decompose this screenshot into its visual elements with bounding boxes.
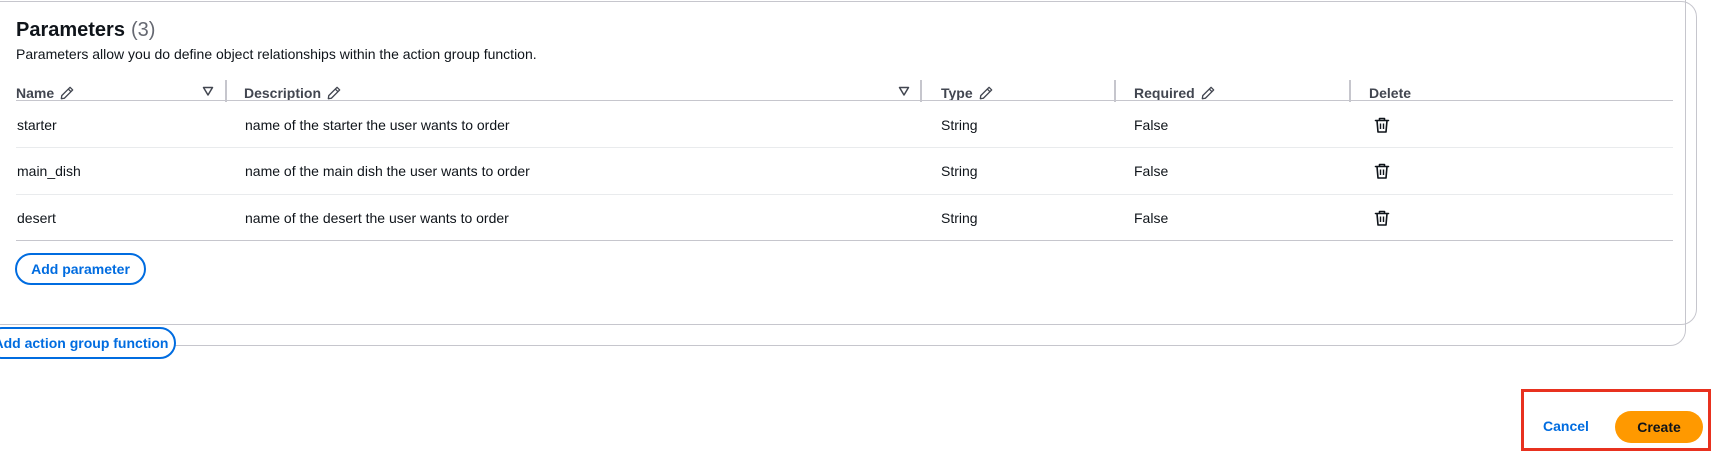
column-resizer[interactable] — [225, 80, 227, 102]
cell-name: main_dish — [17, 163, 81, 179]
column-header-type-label: Type — [941, 85, 973, 101]
table-header-divider — [16, 100, 1673, 101]
column-header-delete-label: Delete — [1369, 85, 1412, 101]
column-resizer[interactable] — [920, 80, 922, 102]
pencil-icon[interactable] — [327, 86, 341, 100]
pencil-icon[interactable] — [60, 86, 74, 100]
create-button[interactable]: Create — [1615, 411, 1703, 443]
sort-descending-icon[interactable] — [202, 85, 214, 97]
row-divider — [16, 194, 1673, 195]
column-header-name-label: Name — [16, 85, 55, 101]
parameters-count: (3) — [130, 19, 156, 41]
sort-descending-icon[interactable] — [898, 85, 910, 97]
cell-description: name of the main dish the user wants to … — [245, 163, 530, 179]
table-bottom-divider — [16, 240, 1673, 241]
cancel-button[interactable]: Cancel — [1543, 418, 1589, 434]
parameters-description: Parameters allow you do define object re… — [16, 46, 537, 62]
cell-description: name of the starter the user wants to or… — [245, 117, 510, 133]
column-header-required-label: Required — [1134, 85, 1195, 101]
column-header-description-label: Description — [244, 85, 322, 101]
cell-required: False — [1134, 163, 1169, 179]
pencil-icon[interactable] — [1201, 86, 1215, 100]
cell-type: String — [941, 210, 978, 226]
cell-type: String — [941, 163, 978, 179]
column-resizer[interactable] — [1349, 80, 1351, 102]
trash-icon[interactable] — [1373, 116, 1391, 134]
cell-type: String — [941, 117, 978, 133]
pencil-icon[interactable] — [979, 86, 993, 100]
page: Parameters (3) Parameters allow you do d… — [0, 0, 1721, 464]
cell-description: name of the desert the user wants to ord… — [245, 210, 509, 226]
add-action-group-function-button[interactable]: Add action group function — [0, 327, 176, 359]
trash-icon[interactable] — [1373, 162, 1391, 180]
cell-name: desert — [17, 210, 56, 226]
parameters-heading: Parameters (3) — [16, 19, 155, 42]
trash-icon[interactable] — [1373, 209, 1391, 227]
add-parameter-button[interactable]: Add parameter — [15, 253, 146, 285]
cell-required: False — [1134, 117, 1169, 133]
cell-required: False — [1134, 210, 1169, 226]
row-divider — [16, 147, 1673, 148]
cell-name: starter — [17, 117, 57, 133]
column-resizer[interactable] — [1114, 80, 1116, 102]
parameters-title: Parameters — [16, 19, 125, 41]
